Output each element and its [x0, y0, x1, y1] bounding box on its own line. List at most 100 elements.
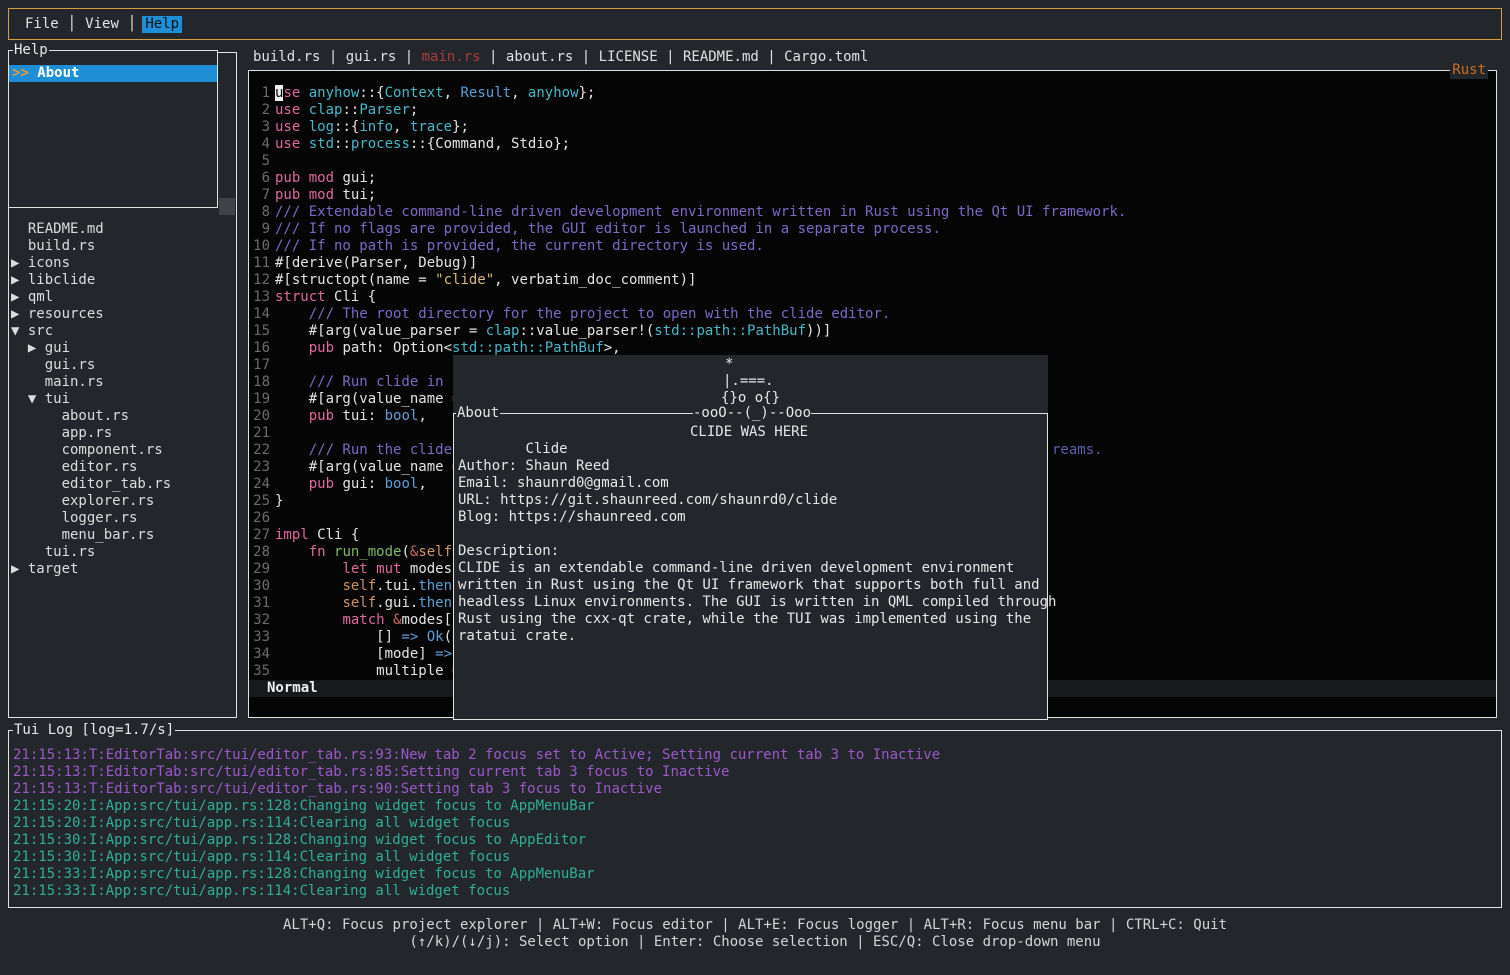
tree-item-label: main.rs — [45, 374, 104, 390]
menu-item-view[interactable]: View — [82, 16, 122, 33]
about-dialog-header-row: Clide CLIDE WAS HERE — [458, 424, 1047, 441]
menu-item-file[interactable]: File — [22, 16, 62, 33]
line-number: 22 — [249, 442, 270, 459]
code-line-8[interactable]: 8/// Extendable command-line driven deve… — [249, 204, 1496, 221]
tree-item-resources[interactable]: ▶ resources — [11, 306, 236, 323]
code-line-14[interactable]: 14 /// The root directory for the projec… — [249, 306, 1496, 323]
about-dialog-line: written in Rust using the Qt UI framewor… — [458, 577, 1047, 594]
editor-tab-license[interactable]: LICENSE — [599, 49, 658, 66]
collapse-arrow-icon[interactable]: ▶ — [11, 561, 28, 577]
code-line-9[interactable]: 9/// If no flags are provided, the GUI e… — [249, 221, 1496, 238]
code-line-15[interactable]: 15 #[arg(value_parser = clap::value_pars… — [249, 323, 1496, 340]
code-token: gui: — [334, 476, 385, 492]
code-token: info — [359, 119, 393, 135]
code-token: use — [275, 136, 300, 152]
code-token: bool — [385, 408, 419, 424]
explorer-scrollbar-thumb[interactable] — [219, 198, 235, 215]
tree-item-icons[interactable]: ▶ icons — [11, 255, 236, 272]
dropdown-item-about[interactable]: >> About — [9, 65, 217, 82]
code-line-11[interactable]: 11#[derive(Parser, Debug)] — [249, 255, 1496, 272]
tree-indent — [11, 493, 62, 509]
line-number: 34 — [249, 646, 270, 663]
code-line-13[interactable]: 13struct Cli { — [249, 289, 1496, 306]
log-entries: 21:15:13:T:EditorTab:src/tui/editor_tab.… — [9, 731, 1501, 900]
tree-item-qml[interactable]: ▶ qml — [11, 289, 236, 306]
help-dropdown-menu: Help >> About — [8, 50, 218, 208]
tree-item-libclide[interactable]: ▶ libclide — [11, 272, 236, 289]
code-line-5[interactable]: 5 — [249, 153, 1496, 170]
line-number: 30 — [249, 578, 270, 595]
collapse-arrow-icon[interactable]: ▶ — [11, 289, 28, 305]
log-entry: 21:15:13:T:EditorTab:src/tui/editor_tab.… — [13, 781, 1501, 798]
log-entry: 21:15:30:I:App:src/tui/app.rs:114:Cleari… — [13, 849, 1501, 866]
code-line-2[interactable]: 2use clap::Parser; — [249, 102, 1496, 119]
editor-tab-main-rs[interactable]: main.rs — [422, 49, 481, 66]
tree-item-about-rs[interactable]: about.rs — [11, 408, 236, 425]
code-text: self.tui.then( — [275, 578, 460, 595]
editor-tab-build-rs[interactable]: build.rs — [253, 49, 320, 66]
collapse-arrow-icon[interactable]: ▶ — [11, 306, 28, 322]
tree-indent — [11, 527, 62, 543]
code-token: then — [418, 595, 452, 611]
tree-item-menu-bar-rs[interactable]: menu_bar.rs — [11, 527, 236, 544]
code-token: clap — [309, 102, 343, 118]
line-number: 21 — [249, 425, 270, 442]
collapse-arrow-icon[interactable]: ▶ — [11, 255, 28, 271]
tab-separator: | — [396, 49, 421, 66]
code-text: match &modes[. — [275, 612, 460, 629]
code-line-6[interactable]: 6pub mod gui; — [249, 170, 1496, 187]
tree-indent — [11, 459, 62, 475]
tree-item-component-rs[interactable]: component.rs — [11, 442, 236, 459]
code-token — [300, 136, 308, 152]
code-line-3[interactable]: 3use log::{info, trace}; — [249, 119, 1496, 136]
tree-item-explorer-rs[interactable]: explorer.rs — [11, 493, 236, 510]
line-number: 28 — [249, 544, 270, 561]
tree-item-editor-tab-rs[interactable]: editor_tab.rs — [11, 476, 236, 493]
tree-item-build-rs[interactable]: build.rs — [11, 238, 236, 255]
line-number: 35 — [249, 663, 270, 680]
tree-item-src[interactable]: ▼ src — [11, 323, 236, 340]
editor-tab-gui-rs[interactable]: gui.rs — [346, 49, 397, 66]
line-number: 16 — [249, 340, 270, 357]
editor-tab-cargo-toml[interactable]: Cargo.toml — [784, 49, 868, 66]
tree-indent — [11, 442, 62, 458]
tree-item-gui[interactable]: ▶ gui — [11, 340, 236, 357]
code-token: fn — [309, 544, 326, 560]
tree-item-target[interactable]: ▶ target — [11, 561, 236, 578]
collapse-arrow-icon[interactable]: ▶ — [11, 272, 28, 288]
tree-indent — [11, 357, 45, 373]
code-token: pub — [309, 476, 334, 492]
tree-item-label: component.rs — [62, 442, 163, 458]
code-line-1[interactable]: 1use anyhow::{Context, Result, anyhow}; — [249, 85, 1496, 102]
tree-item-editor-rs[interactable]: editor.rs — [11, 459, 236, 476]
tree-item-app-rs[interactable]: app.rs — [11, 425, 236, 442]
code-token: std::path::PathBuf — [452, 340, 604, 356]
code-token — [275, 306, 309, 322]
code-line-12[interactable]: 12#[structopt(name = "clide", verbatim_d… — [249, 272, 1496, 289]
code-token: ::value_parser!( — [519, 323, 654, 339]
code-text: use clap::Parser; — [275, 102, 418, 119]
collapse-arrow-icon[interactable]: ▶ — [11, 340, 45, 356]
menu-item-help[interactable]: Help — [142, 16, 182, 33]
code-text: #[arg(value_name = — [275, 391, 460, 408]
about-dialog-box: About -ooO--(_)--Ooo Clide CLIDE WAS HER… — [453, 413, 1048, 720]
tree-item-gui-rs[interactable]: gui.rs — [11, 357, 236, 374]
expand-arrow-icon[interactable]: ▼ — [11, 323, 28, 339]
tree-item-tui[interactable]: ▼ tui — [11, 391, 236, 408]
about-dialog-line: CLIDE is an extendable command-line driv… — [458, 560, 1047, 577]
code-line-4[interactable]: 4use std::process::{Command, Stdio}; — [249, 136, 1496, 153]
code-token — [275, 578, 342, 594]
editor-tab-about-rs[interactable]: about.rs — [506, 49, 573, 66]
code-line-10[interactable]: 10/// If no path is provided, the curren… — [249, 238, 1496, 255]
tree-item-readme-md[interactable]: README.md — [11, 221, 236, 238]
tree-item-logger-rs[interactable]: logger.rs — [11, 510, 236, 527]
code-text: fn run_mode(&self) — [275, 544, 460, 561]
tree-item-main-rs[interactable]: main.rs — [11, 374, 236, 391]
dropdown-item-label: About — [37, 65, 79, 81]
code-line-7[interactable]: 7pub mod tui; — [249, 187, 1496, 204]
line-number: 20 — [249, 408, 270, 425]
expand-arrow-icon[interactable]: ▼ — [11, 391, 45, 407]
tui-log-panel: Tui Log [log=1.7/s] 21:15:13:T:EditorTab… — [8, 730, 1502, 908]
editor-tab-readme-md[interactable]: README.md — [683, 49, 759, 66]
tree-item-tui-rs[interactable]: tui.rs — [11, 544, 236, 561]
